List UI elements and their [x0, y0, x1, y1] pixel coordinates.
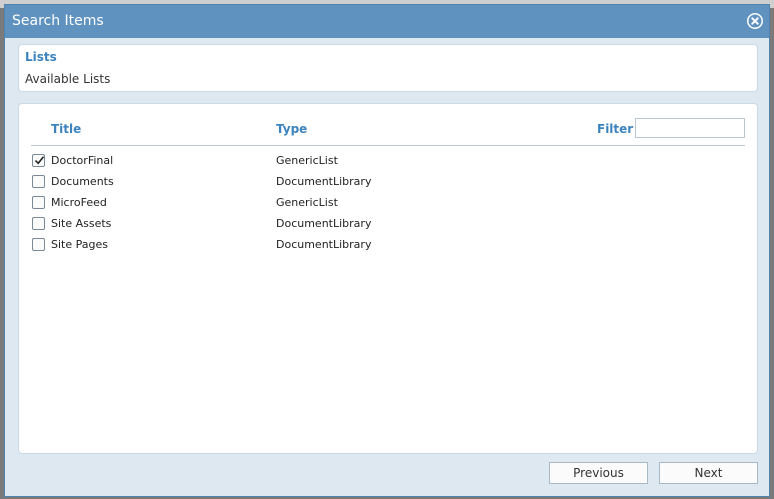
next-button[interactable]: Next — [659, 462, 758, 484]
column-header-type[interactable]: Type — [276, 122, 307, 136]
available-lists-label: Available Lists — [25, 72, 111, 86]
previous-button[interactable]: Previous — [549, 462, 648, 484]
row-checkbox[interactable] — [32, 196, 45, 209]
row-type: DocumentLibrary — [276, 217, 372, 230]
row-type: DocumentLibrary — [276, 238, 372, 251]
table-row[interactable]: Documents DocumentLibrary — [19, 173, 757, 194]
row-title: Documents — [51, 175, 114, 188]
row-checkbox[interactable] — [32, 238, 45, 251]
dialog-title: Search Items — [12, 13, 104, 29]
row-checkbox[interactable] — [32, 154, 45, 167]
row-checkbox[interactable] — [32, 175, 45, 188]
list-table-panel: Title Type Filter DoctorFinal GenericLis… — [18, 103, 758, 454]
close-icon[interactable] — [747, 13, 763, 29]
row-title: Site Assets — [51, 217, 112, 230]
header-divider — [31, 145, 745, 146]
lists-panel: Lists Available Lists — [18, 44, 758, 92]
filter-input[interactable] — [635, 118, 745, 138]
table-row[interactable]: Site Pages DocumentLibrary — [19, 236, 757, 257]
search-items-dialog: Search Items Lists Available Lists Title… — [4, 4, 770, 497]
row-title: MicroFeed — [51, 196, 107, 209]
row-type: DocumentLibrary — [276, 175, 372, 188]
row-title: DoctorFinal — [51, 154, 114, 167]
checkmark-icon — [34, 156, 45, 165]
row-type: GenericList — [276, 196, 338, 209]
table-row[interactable]: Site Assets DocumentLibrary — [19, 215, 757, 236]
lists-heading: Lists — [25, 50, 57, 64]
table-row[interactable]: DoctorFinal GenericList — [19, 152, 757, 173]
column-header-title[interactable]: Title — [51, 122, 81, 136]
row-title: Site Pages — [51, 238, 108, 251]
row-checkbox[interactable] — [32, 217, 45, 230]
row-type: GenericList — [276, 154, 338, 167]
dialog-titlebar: Search Items — [5, 5, 769, 38]
filter-label: Filter — [597, 122, 634, 136]
table-row[interactable]: MicroFeed GenericList — [19, 194, 757, 215]
